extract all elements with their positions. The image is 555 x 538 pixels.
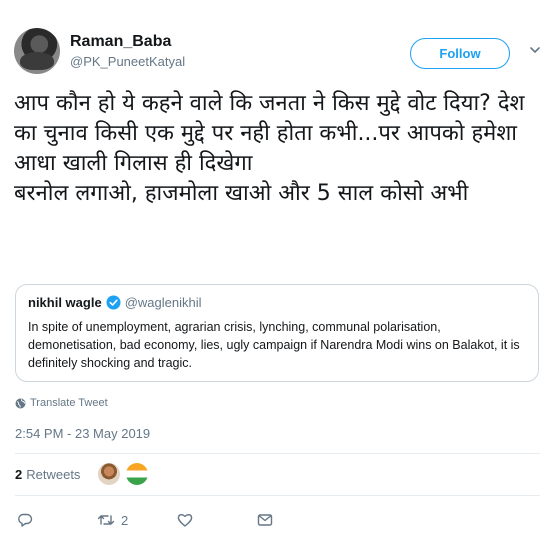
follow-button[interactable]: Follow bbox=[410, 38, 510, 69]
direct-message-button[interactable] bbox=[257, 512, 273, 528]
like-button[interactable] bbox=[177, 512, 257, 528]
tweet-actions: 2 bbox=[17, 510, 273, 530]
chevron-down-icon[interactable] bbox=[529, 44, 541, 56]
tweet-text: आप कौन हो ये कहने वाले कि जनता ने किस मु… bbox=[14, 91, 525, 206]
retweet-count[interactable]: 2 bbox=[15, 467, 22, 482]
quoted-tweet[interactable]: nikhil wagle @waglenikhil In spite of un… bbox=[15, 284, 539, 382]
envelope-icon bbox=[257, 512, 273, 528]
tweet-header: Raman_Baba @PK_PuneetKatyal Follow bbox=[14, 28, 541, 80]
author-display-name[interactable]: Raman_Baba bbox=[70, 33, 171, 51]
tweet-timestamp[interactable]: 2:54 PM - 23 May 2019 bbox=[15, 426, 150, 441]
translate-label: Translate Tweet bbox=[30, 397, 108, 409]
author-handle[interactable]: @PK_PuneetKatyal bbox=[70, 54, 185, 69]
retweet-label[interactable]: Retweets bbox=[26, 467, 80, 482]
quoted-author-name: nikhil wagle bbox=[28, 295, 102, 310]
tweet-stats: 2 Retweets bbox=[15, 462, 154, 486]
retweeter-avatar[interactable] bbox=[126, 463, 149, 485]
verified-badge-icon bbox=[106, 295, 121, 310]
translate-tweet-link[interactable]: Translate Tweet bbox=[15, 397, 108, 409]
heart-icon bbox=[177, 512, 193, 528]
quoted-tweet-text: In spite of unemployment, agrarian crisi… bbox=[28, 320, 520, 370]
retweet-button[interactable]: 2 bbox=[97, 512, 177, 528]
divider bbox=[15, 495, 540, 496]
reply-icon bbox=[17, 512, 33, 528]
globe-icon bbox=[15, 398, 26, 409]
retweet-icon bbox=[97, 512, 115, 528]
divider bbox=[15, 453, 540, 454]
author-avatar[interactable] bbox=[14, 28, 60, 74]
quoted-author-handle: @waglenikhil bbox=[124, 295, 202, 310]
reply-button[interactable] bbox=[17, 512, 97, 528]
retweeter-avatar[interactable] bbox=[98, 463, 121, 485]
quoted-tweet-header: nikhil wagle @waglenikhil bbox=[28, 295, 526, 310]
retweeter-avatars bbox=[98, 463, 154, 485]
retweet-action-count: 2 bbox=[121, 512, 129, 528]
